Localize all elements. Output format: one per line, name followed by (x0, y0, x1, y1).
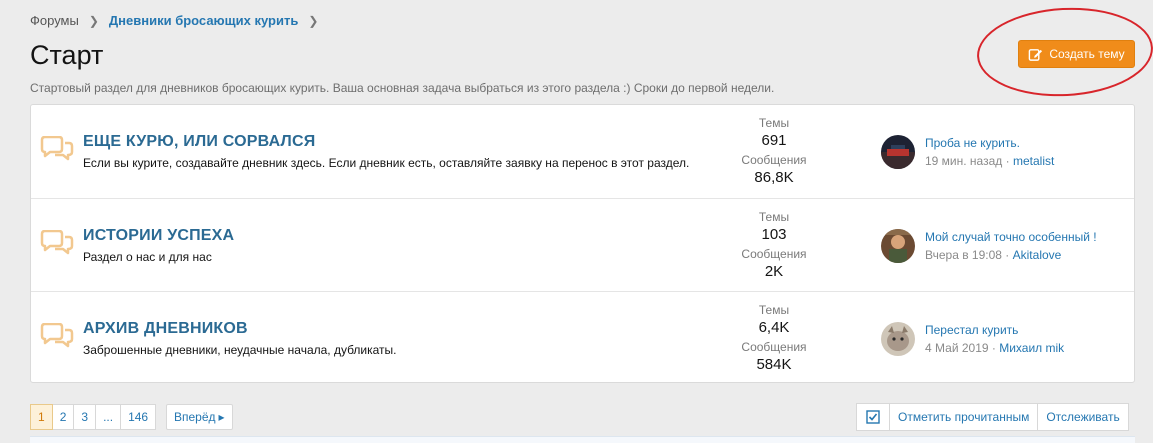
forum-node-description: Если вы курите, создавайте дневник здесь… (83, 156, 690, 170)
forum-node-title[interactable]: ЕЩЕ КУРЮ, ИЛИ СОРВАЛСЯ (83, 133, 315, 151)
forum-node-stats: Темы 6,4K Сообщения 584K (731, 303, 817, 377)
breadcrumb-chevron-icon: ❯ (88, 13, 99, 28)
forum-actions: Отметить прочитанным Отслеживать (856, 403, 1129, 431)
page-title: Старт (30, 40, 104, 70)
breadcrumb-chevron-icon: ❯ (308, 13, 319, 28)
mark-read-button[interactable]: Отметить прочитанным (890, 403, 1039, 431)
last-post-user[interactable]: metalist (1013, 154, 1054, 168)
forum-node: ЕЩЕ КУРЮ, ИЛИ СОРВАЛСЯ Если вы курите, с… (31, 105, 1134, 198)
threads-label: Темы (758, 303, 790, 317)
select-checkbox-button[interactable] (856, 403, 890, 431)
messages-label: Сообщения (741, 153, 807, 167)
forum-node: АРХИВ ДНЕВНИКОВ Заброшенные дневники, не… (31, 291, 1134, 384)
messages-count: 584K (756, 356, 792, 373)
caret-right-icon: ▸ (218, 410, 225, 424)
chat-bubbles-icon (40, 230, 74, 255)
breadcrumb-forums-link[interactable]: Форумы (30, 13, 79, 28)
create-thread-button[interactable]: Создать тему (1018, 40, 1135, 68)
messages-count: 2K (764, 263, 784, 280)
breadcrumb: Форумы ❯ Дневники бросающих курить ❯ (30, 13, 328, 28)
last-thread-link[interactable]: Проба не курить. (925, 136, 1020, 150)
page-last-button[interactable]: 146 (121, 404, 157, 430)
threads-count: 103 (761, 226, 787, 243)
forum-node-description: Заброшенные дневники, неудачные начала, … (83, 343, 397, 357)
meta-separator: · (1005, 154, 1010, 168)
page-description: Стартовый раздел для дневников бросающих… (30, 81, 775, 95)
forum-node-title[interactable]: АРХИВ ДНЕВНИКОВ (83, 320, 248, 338)
breadcrumb-section-link[interactable]: Дневники бросающих курить (109, 13, 298, 28)
last-post-meta: 4 Май 2019 · Михаил mik (925, 341, 1064, 355)
forum-node-title[interactable]: ИСТОРИИ УСПЕХА (83, 227, 234, 245)
last-thread-link[interactable]: Перестал курить (925, 323, 1018, 337)
avatar[interactable] (881, 135, 915, 169)
page-ellipsis-button[interactable]: ... (96, 404, 122, 430)
content-strip (30, 436, 1135, 443)
forum-node: ИСТОРИИ УСПЕХА Раздел о нас и для нас Те… (31, 198, 1134, 291)
last-post-time[interactable]: Вчера в 19:08 (925, 248, 1002, 262)
next-page-label: Вперёд (174, 410, 216, 424)
avatar[interactable] (881, 229, 915, 263)
forum-node-description: Раздел о нас и для нас (83, 250, 212, 264)
last-thread-link[interactable]: Мой случай точно особенный ! (925, 230, 1097, 244)
forum-node-stats: Темы 691 Сообщения 86,8K (731, 116, 817, 190)
page-1-button[interactable]: 1 (30, 404, 53, 430)
messages-count: 86,8K (754, 169, 794, 186)
last-post-user[interactable]: Михаил mik (999, 341, 1064, 355)
threads-count: 6,4K (758, 319, 790, 336)
watch-button[interactable]: Отслеживать (1038, 403, 1129, 431)
avatar[interactable] (881, 322, 915, 356)
last-post-time[interactable]: 19 мин. назад (925, 154, 1002, 168)
chat-bubbles-icon (40, 323, 74, 348)
pagination: 1 2 3 ... 146 (30, 404, 157, 430)
next-page-button[interactable]: Вперёд ▸ (166, 404, 233, 430)
forum-node-list: ЕЩЕ КУРЮ, ИЛИ СОРВАЛСЯ Если вы курите, с… (30, 104, 1135, 383)
threads-label: Темы (758, 116, 790, 130)
messages-label: Сообщения (741, 247, 807, 261)
page-3-button[interactable]: 3 (74, 404, 97, 430)
edit-icon (1029, 48, 1043, 61)
meta-separator: · (1005, 248, 1010, 262)
chat-bubbles-icon (40, 136, 74, 161)
last-post-meta: 19 мин. назад · metalist (925, 154, 1054, 168)
forum-node-stats: Темы 103 Сообщения 2K (731, 210, 817, 284)
last-post-time[interactable]: 4 Май 2019 (925, 341, 989, 355)
meta-separator: · (991, 341, 996, 355)
threads-count: 691 (761, 132, 787, 149)
page-2-button[interactable]: 2 (52, 404, 75, 430)
checkbox-icon (866, 410, 880, 424)
last-post-meta: Вчера в 19:08 · Akitalove (925, 248, 1061, 262)
create-thread-label: Создать тему (1049, 47, 1125, 61)
messages-label: Сообщения (741, 340, 807, 354)
last-post-user[interactable]: Akitalove (1013, 248, 1062, 262)
threads-label: Темы (758, 210, 790, 224)
